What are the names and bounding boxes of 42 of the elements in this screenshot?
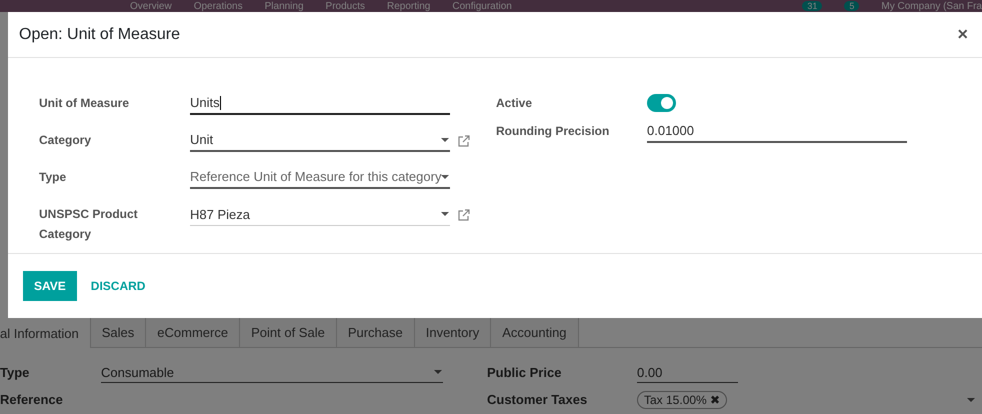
field-label: Customer Taxes	[487, 392, 588, 407]
tab[interactable]: Point of Sale	[240, 318, 337, 347]
field-label: Active	[496, 95, 534, 112]
tab[interactable]: Inventory	[414, 318, 492, 347]
company-name[interactable]: My Company (San Fra	[881, 0, 982, 12]
nav-item[interactable]: Overview	[130, 0, 172, 12]
tab[interactable]: eCommerce	[146, 318, 240, 347]
field-label: Type	[0, 365, 30, 380]
count-badge: 31	[802, 1, 822, 11]
field-label: Type	[39, 169, 68, 186]
external-link-icon[interactable]	[458, 135, 470, 147]
select-field[interactable]: H87 Pieza	[190, 203, 450, 226]
field-label: Public Price	[487, 365, 562, 380]
nav-item[interactable]: Products	[326, 0, 365, 12]
close-button[interactable]: ×	[953, 24, 972, 45]
tax-tag: Tax 15.00% ✖	[637, 390, 728, 408]
tab[interactable]: Sales	[90, 318, 146, 347]
toggle-switch[interactable]	[647, 94, 676, 112]
external-link-icon[interactable]	[458, 209, 470, 221]
field-label: Rounding Precision	[496, 123, 610, 140]
tab[interactable]: al Information	[0, 318, 91, 348]
select-field[interactable]: Reference Unit of Measure for this category	[190, 166, 450, 189]
input-field[interactable]: 0.01000	[647, 120, 907, 143]
dialog-title: Open: Unit of Measure	[19, 26, 180, 44]
field-label: UNSPSC Product Category	[39, 206, 139, 243]
nav-item[interactable]: Configuration	[452, 0, 512, 12]
select-field[interactable]: Unit	[190, 129, 450, 152]
field-label: Category	[39, 132, 92, 149]
save-button[interactable]: SAVE	[23, 271, 77, 301]
select-field[interactable]: Consumable	[101, 362, 443, 383]
dropdown-caret-icon[interactable]	[967, 398, 975, 402]
input-field[interactable]: Units	[190, 92, 450, 115]
field-label: Unit of Measure	[39, 95, 130, 112]
field-label: Reference	[0, 392, 64, 407]
tab[interactable]: Accounting	[491, 318, 579, 347]
text-field[interactable]: 0.00	[637, 362, 738, 383]
nav-item[interactable]: Reporting	[387, 0, 430, 12]
tab[interactable]: Purchase	[336, 318, 415, 347]
nav-item[interactable]: Planning	[264, 0, 304, 12]
count-badge: 5	[844, 1, 860, 11]
nav-item[interactable]: Operations	[194, 0, 243, 12]
discard-button[interactable]: DISCARD	[80, 271, 156, 301]
